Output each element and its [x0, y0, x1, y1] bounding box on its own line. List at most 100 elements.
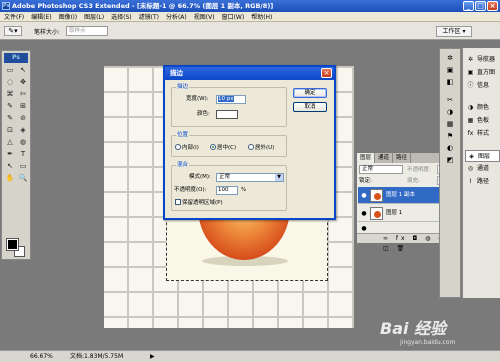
brush-tool-icon[interactable]: ⊞ [17, 101, 29, 112]
eye-icon[interactable]: ● [360, 187, 368, 204]
shape-tool-icon[interactable]: ▭ [17, 161, 29, 172]
hand-tool-icon[interactable]: ✋ [4, 173, 16, 184]
mode-select[interactable]: 正常 ▼ [216, 173, 284, 182]
type-tool-icon[interactable]: T [17, 149, 29, 160]
panel-paths[interactable]: ⌇ 路径 [465, 176, 500, 188]
lock-label: 锁定: [359, 178, 372, 184]
dodge-tool-icon[interactable]: ◍ [17, 137, 29, 148]
panel-label: 路径 [477, 178, 490, 185]
pen-tool-icon[interactable]: ✒ [4, 149, 16, 160]
panel-label: 直方图 [477, 69, 496, 76]
stroke-color-swatch[interactable] [216, 110, 238, 119]
healing-tool-icon[interactable]: ✎ [4, 101, 16, 112]
close-button[interactable]: × [487, 1, 498, 11]
layer-comps-dock-icon[interactable]: ◐ [443, 143, 457, 153]
stroke-group: 描边 宽度(W): 10 px 颜色: [171, 84, 287, 127]
radio-dot [175, 144, 181, 150]
sample-size-dropdown[interactable]: 取样点 [66, 26, 108, 36]
zoom-tool-icon[interactable]: 🔍 [17, 173, 29, 184]
layers-icon: ◈ [469, 153, 474, 160]
panel-navigator[interactable]: ✲ 导航器 [465, 54, 500, 66]
opacity-input[interactable]: 100 [216, 186, 238, 195]
info-dock-icon[interactable]: ◧ [443, 77, 457, 87]
dialog-close-button[interactable]: × [321, 68, 332, 78]
eye-icon[interactable]: ● [360, 205, 368, 222]
location-center-radio[interactable]: 居中(C) [210, 144, 236, 153]
watermark-text: Bai 经验 [380, 319, 447, 338]
eyedropper-tool-preset-icon[interactable]: ✎▾ [4, 26, 22, 36]
radio-dot [210, 144, 216, 150]
checkbox-box [175, 199, 181, 205]
tab-paths[interactable]: 路径 [393, 153, 412, 163]
menu-help[interactable]: 帮助(H) [251, 12, 272, 21]
actions-dock-icon[interactable]: ⚑ [443, 131, 457, 141]
stroke-group-legend: 描边 [176, 84, 190, 91]
layer-thumbnail [370, 207, 383, 220]
tab-channels[interactable]: 通道 [375, 153, 394, 163]
channels-icon: ◎ [467, 165, 474, 172]
mode-value: 正常 [219, 174, 231, 180]
opacity-label: 不透明度(O): [174, 187, 207, 193]
layer-blend-mode-select[interactable]: 正常 [359, 165, 403, 174]
menu-edit[interactable]: 编辑(E) [31, 12, 51, 21]
menu-filter[interactable]: 滤镜(T) [139, 12, 159, 21]
info-icon: ⓘ [467, 82, 474, 89]
crop-tool-icon[interactable]: ⌘ [4, 89, 16, 100]
menu-view[interactable]: 视图(V) [194, 12, 215, 21]
brushes-dock-icon[interactable]: ◑ [443, 107, 457, 117]
panel-channels[interactable]: ◎ 通道 [465, 163, 500, 175]
panel-info[interactable]: ⓘ 信息 [465, 80, 500, 92]
menu-select[interactable]: 选择(S) [111, 12, 132, 21]
tool-grid: ▭ ↖ ◌ ✥ ⌘ ✄ ✎ ⊞ ✎ ⊘ ⊡ ◈ △ ◍ ✒ T ↖ ▭ ✋ 🔍 [4, 65, 29, 184]
title-bar: Ps Adobe Photoshop CS3 Extended - [未标题-1… [0, 0, 500, 12]
location-group-legend: 位置 [176, 132, 190, 139]
foreground-color-swatch[interactable] [6, 238, 19, 251]
minimize-button[interactable]: _ [463, 1, 474, 11]
width-input[interactable]: 10 px [216, 95, 246, 104]
lasso-tool-icon[interactable]: ◌ [4, 77, 16, 88]
cancel-button[interactable]: 取消 [293, 102, 327, 112]
zoom-level[interactable]: 66.67% [30, 351, 53, 362]
maximize-button[interactable]: □ [475, 1, 486, 11]
tool-presets-dock-icon[interactable]: ✂ [443, 95, 457, 105]
checkbox-label: 保留透明区域(P) [182, 200, 223, 206]
ok-button[interactable]: 确定 [293, 88, 327, 98]
navigator-icon: ✲ [467, 56, 474, 63]
status-menu-arrow-icon[interactable]: ▶ [150, 353, 155, 360]
history-brush-tool-icon[interactable]: ⊘ [17, 113, 29, 124]
styles-icon: fx [467, 130, 474, 137]
menu-window[interactable]: 窗口(W) [222, 12, 245, 21]
workspace-button[interactable]: 工作区 ▾ [436, 26, 472, 37]
slice-tool-icon[interactable]: ✄ [17, 89, 29, 100]
tab-layers[interactable]: 图层 [357, 153, 376, 163]
width-label: 宽度(W): [186, 96, 209, 102]
move-tool-icon[interactable]: ↖ [17, 65, 29, 76]
magic-wand-tool-icon[interactable]: ✥ [17, 77, 29, 88]
menu-layer[interactable]: 图层(L) [84, 12, 104, 21]
marquee-tool-icon[interactable]: ▭ [4, 65, 16, 76]
panel-label: 样式 [477, 130, 490, 137]
menu-image[interactable]: 图像(I) [59, 12, 77, 21]
panel-swatches[interactable]: ▦ 色板 [465, 115, 500, 127]
location-outside-radio[interactable]: 居外(U) [248, 144, 274, 153]
menu-file[interactable]: 文件(F) [4, 12, 24, 21]
blur-tool-icon[interactable]: △ [4, 137, 16, 148]
panel-styles[interactable]: fx 样式 [465, 128, 500, 140]
history-dock-icon[interactable]: ◩ [443, 155, 457, 165]
stamp-tool-icon[interactable]: ✎ [4, 113, 16, 124]
eraser-tool-icon[interactable]: ⊡ [4, 125, 16, 136]
panel-color[interactable]: ◑ 颜色 [465, 102, 500, 114]
path-selection-tool-icon[interactable]: ↖ [4, 161, 16, 172]
paths-icon: ⌇ [469, 178, 472, 185]
gradient-tool-icon[interactable]: ◈ [17, 125, 29, 136]
panel-label: 色板 [477, 117, 490, 124]
preserve-transparency-checkbox[interactable]: 保留透明区域(P) [175, 199, 223, 208]
clone-source-dock-icon[interactable]: ▦ [443, 119, 457, 129]
menu-analysis[interactable]: 分析(A) [166, 12, 187, 21]
status-bar: 66.67% 文档:1.83M/5.75M ▶ [0, 350, 500, 362]
panel-layers[interactable]: ◈ 图层 [465, 150, 500, 162]
panel-histogram[interactable]: ▣ 直方图 [465, 67, 500, 79]
histogram-dock-icon[interactable]: ▣ [443, 65, 457, 75]
location-inside-radio[interactable]: 内部(I) [175, 144, 199, 153]
navigator-dock-icon[interactable]: ✲ [443, 53, 457, 63]
